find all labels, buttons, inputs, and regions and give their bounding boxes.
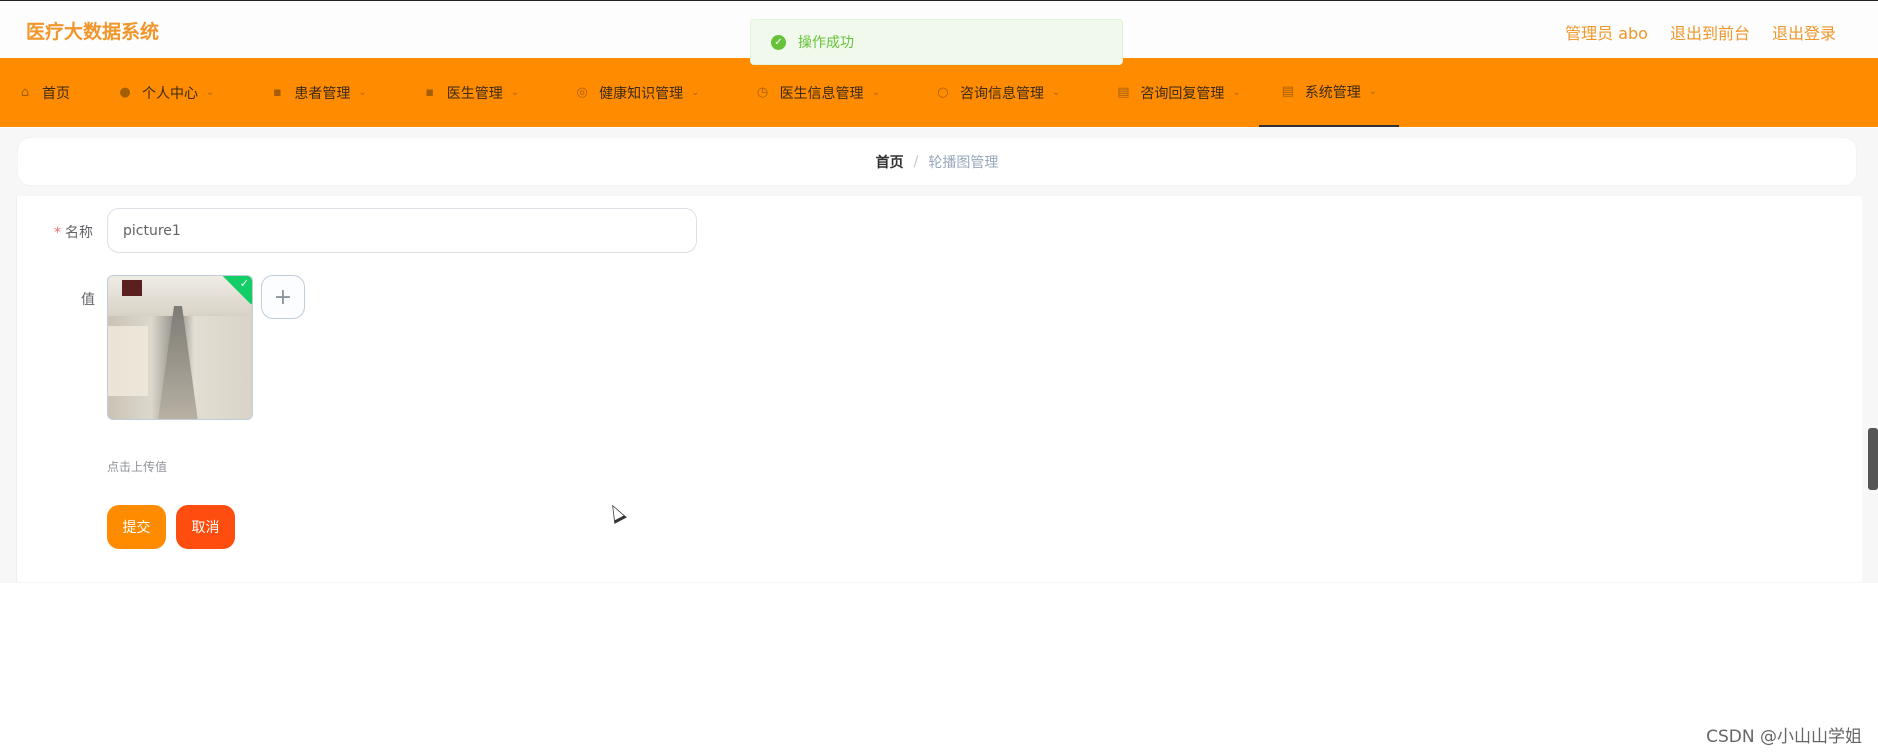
compass-icon: ◎: [576, 85, 588, 100]
user-icon: ●: [119, 85, 131, 100]
name-label-text: 名称: [65, 225, 93, 241]
plus-icon: +: [273, 284, 293, 310]
nav-label: 健康知识管理: [599, 85, 684, 102]
nav-label: 医生管理: [446, 85, 503, 102]
nav-label: 个人中心: [142, 85, 198, 102]
chevron-down-icon: ⌄: [691, 87, 700, 98]
nav-item-home[interactable]: ⌂ 首页: [0, 58, 88, 127]
breadcrumb-separator: /: [913, 153, 919, 170]
check-icon: ✓: [239, 277, 249, 290]
nav-item-doctor-info[interactable]: ◷ 医生信息管理 ⌄: [718, 58, 898, 127]
nav-item-health-knowledge[interactable]: ◎ 健康知识管理 ⌄: [537, 58, 717, 127]
clipboard-icon: ▤: [1281, 84, 1294, 99]
nav-label: 医生信息管理: [779, 85, 864, 102]
breadcrumb-home[interactable]: 首页: [876, 152, 904, 172]
main-nav: ⌂ 首页 ● 个人中心 ⌄ ▪ 患者管理 ⌄ ▪ 医生管理 ⌄ ◎ 健康知识管理…: [0, 58, 1878, 127]
nav-item-system-mgmt[interactable]: ▤ 系统管理 ⌄: [1258, 58, 1400, 127]
chat-icon: ▪: [425, 85, 435, 100]
success-toast: ✓ 操作成功: [750, 19, 1123, 65]
nav-item-personal-center[interactable]: ● 个人中心 ⌄: [88, 58, 232, 127]
nav-label: 咨询回复管理: [1140, 85, 1225, 102]
circle-icon: ○: [937, 85, 949, 100]
chevron-down-icon: ⌄: [206, 87, 215, 98]
nav-label: 系统管理: [1304, 84, 1361, 101]
check-circle-icon: ✓: [771, 34, 786, 50]
image-wall: [108, 326, 148, 396]
upload-hint: 点击上传值: [107, 460, 168, 474]
nav-label: 首页: [42, 85, 70, 102]
required-mark: *: [54, 225, 61, 241]
nav-label: 咨询信息管理: [959, 85, 1044, 102]
home-icon: ⌂: [20, 85, 30, 100]
value-field-label: 值: [81, 292, 95, 308]
app-title: 医疗大数据系统: [26, 21, 160, 43]
toast-message: 操作成功: [798, 35, 854, 51]
watermark: CSDN @小山山学姐: [1706, 727, 1862, 747]
chevron-down-icon: ⌄: [1051, 87, 1061, 98]
form-panel: [16, 196, 1862, 582]
cancel-button[interactable]: 取消: [176, 505, 235, 549]
chevron-down-icon: ⌄: [1368, 86, 1378, 97]
name-input[interactable]: [107, 208, 697, 253]
chevron-down-icon: ⌄: [1232, 87, 1241, 98]
nav-item-patient-mgmt[interactable]: ▪ 患者管理 ⌄: [232, 58, 384, 127]
chevron-down-icon: ⌄: [510, 87, 520, 98]
exit-to-front-link[interactable]: 退出到前台: [1670, 20, 1750, 44]
submit-button[interactable]: 提交: [107, 505, 166, 549]
image-corridor: [158, 306, 198, 419]
image-sign: [122, 280, 142, 296]
uploaded-image-thumbnail[interactable]: ✓: [107, 275, 253, 420]
upload-add-button[interactable]: +: [261, 275, 305, 319]
logout-link[interactable]: 退出登录: [1772, 20, 1836, 44]
top-links: 管理员 abo 退出到前台 退出登录: [1565, 20, 1836, 44]
nav-label: 患者管理: [294, 85, 351, 102]
chevron-down-icon: ⌄: [358, 87, 367, 98]
clipboard-icon: ▤: [1117, 85, 1130, 100]
nav-item-consult-info[interactable]: ○ 咨询信息管理 ⌄: [898, 58, 1078, 127]
clock-icon: ◷: [756, 85, 769, 100]
name-field-label: * 名称: [54, 222, 93, 242]
chevron-down-icon: ⌄: [871, 87, 880, 98]
breadcrumb-current: 轮播图管理: [928, 154, 999, 171]
breadcrumb: 首页 / 轮播图管理: [18, 138, 1856, 185]
scrollbar-thumb[interactable]: [1868, 428, 1878, 490]
admin-user-link[interactable]: 管理员 abo: [1565, 20, 1648, 44]
chat-icon: ▪: [272, 85, 282, 100]
nav-item-consult-reply[interactable]: ▤ 咨询回复管理 ⌄: [1078, 58, 1258, 127]
nav-item-doctor-mgmt[interactable]: ▪ 医生管理 ⌄: [385, 58, 537, 127]
